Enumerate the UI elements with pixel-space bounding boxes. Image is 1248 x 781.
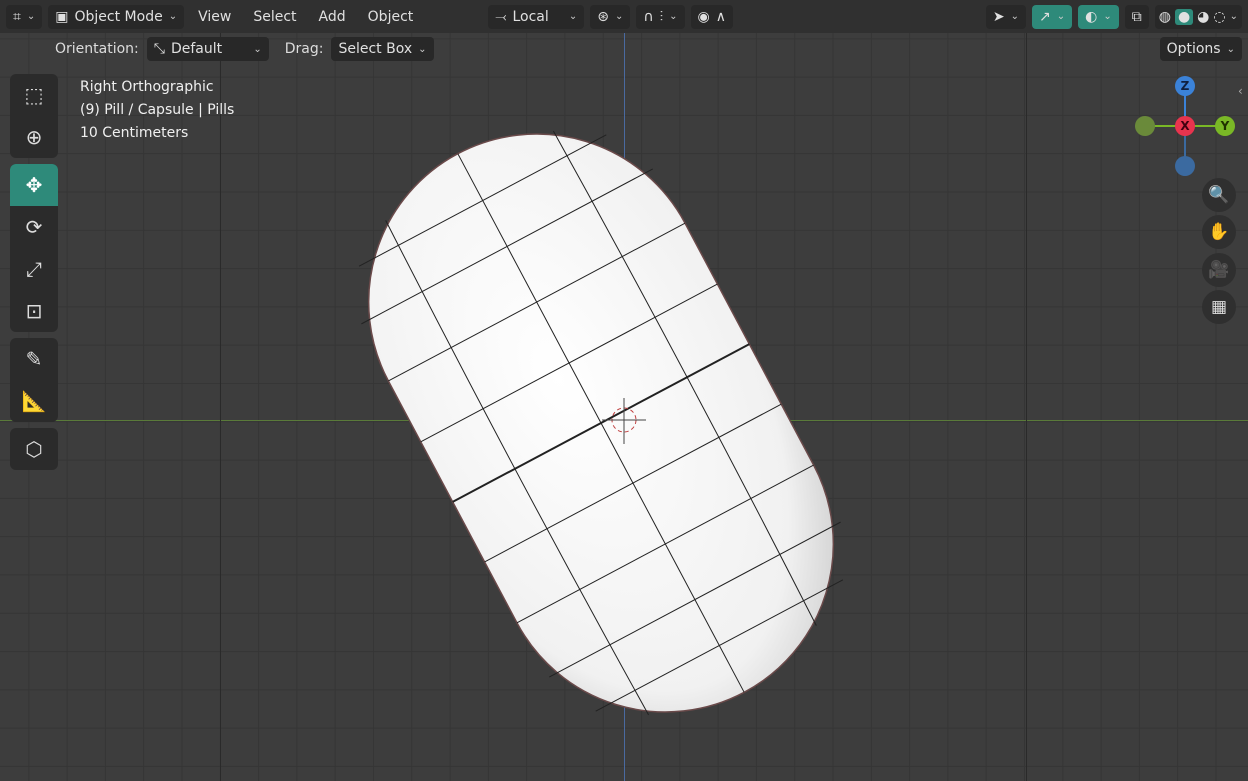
snap-toggle[interactable]: ∩ ⫶ ⌄	[636, 4, 685, 29]
gizmo-icon: ↗	[1039, 8, 1051, 25]
camera-view-button[interactable]: 🎥	[1202, 253, 1236, 287]
orientation-icon: ⤙	[495, 8, 507, 25]
select-box-tool[interactable]: ⬚	[10, 74, 58, 116]
transform-orientation-dropdown[interactable]: ⤙ Local ⌄	[488, 4, 585, 29]
active-object: (9) Pill / Capsule | Pills	[80, 102, 235, 118]
add-cube-tool[interactable]: ⬡	[10, 428, 58, 470]
move-tool[interactable]: ✥	[10, 164, 58, 206]
menu-view[interactable]: View	[190, 9, 239, 25]
pan-view-button[interactable]: ✋	[1202, 215, 1236, 249]
menu-select[interactable]: Select	[245, 9, 304, 25]
proportional-edit-toggle[interactable]: ◉ ∧	[690, 4, 733, 29]
axes-icon: ⤡	[153, 41, 165, 57]
scale-tool[interactable]: ⤢	[10, 248, 58, 290]
overlays-icon: ◐	[1085, 8, 1098, 25]
cursor-icon: ➤	[992, 8, 1005, 25]
editor-type-button[interactable]: ⌗ ⌄	[6, 4, 43, 29]
toolbar: ⬚ ⊕ ✥ ⟳ ⤢ ⊡ ✎ 📐 ⬡	[10, 74, 58, 476]
shading-modes: ◍ ● ◕ ◌ ⌄	[1154, 4, 1242, 29]
shading-options-chevron[interactable]: ⌄	[1230, 11, 1238, 22]
wireframe-shading-icon[interactable]: ◍	[1159, 9, 1171, 25]
falloff-icon: ∧	[715, 8, 726, 25]
orientation-label: Orientation:	[55, 41, 139, 57]
editor-type-icon: ⌗	[13, 8, 21, 25]
drag-label: Drag:	[284, 41, 324, 57]
measure-tool[interactable]: 📐	[10, 380, 58, 422]
solid-shading-icon[interactable]: ●	[1174, 8, 1194, 25]
drag-dropdown[interactable]: Select Box ⌄	[331, 37, 434, 61]
xray-icon: ⧉	[1131, 8, 1142, 25]
orientation-dropdown[interactable]: ⤡ Default ⌄	[146, 37, 269, 61]
menu-add[interactable]: Add	[311, 9, 354, 25]
annotate-tool[interactable]: ✎	[10, 338, 58, 380]
selectability-dropdown[interactable]: ➤ ⌄	[985, 4, 1026, 29]
y-label: Y	[1220, 119, 1230, 133]
rotate-tool[interactable]: ⟳	[10, 206, 58, 248]
view-name: Right Orthographic	[80, 79, 214, 95]
grid-scale: 10 Centimeters	[80, 125, 189, 141]
neg-z-axis-icon	[1175, 156, 1195, 176]
gizmo-toggle[interactable]: ↗ ⌄	[1032, 4, 1073, 29]
zoom-view-button[interactable]: 🔍	[1202, 178, 1236, 212]
viewport-info: Right Orthographic (9) Pill / Capsule | …	[80, 76, 234, 145]
object-mode-icon: ▣	[55, 8, 69, 25]
material-shading-icon[interactable]: ◕	[1197, 9, 1209, 25]
proportional-icon: ◉	[697, 8, 710, 25]
menu-object[interactable]: Object	[360, 9, 422, 25]
magnet-icon: ∩	[643, 8, 654, 25]
overlays-toggle[interactable]: ◐ ⌄	[1078, 4, 1119, 29]
transform-tool[interactable]: ⊡	[10, 290, 58, 332]
tool-header: Orientation: ⤡ Default ⌄ Drag: Select Box ⌄	[0, 37, 1248, 61]
options-dropdown[interactable]: Options ⌄	[1159, 37, 1242, 61]
z-label: Z	[1181, 79, 1190, 93]
pivot-point-dropdown[interactable]: ⊛ ⌄	[590, 4, 631, 29]
navigation-gizmo[interactable]: Z X Y	[1130, 74, 1240, 184]
zoom-icon: 🔍	[1208, 185, 1230, 205]
viewport-header: ⌗ ⌄ ▣ Object Mode ⌄ View Select Add Object …	[0, 0, 1248, 33]
cursor-tool[interactable]: ⊕	[10, 116, 58, 158]
hand-icon: ✋	[1208, 222, 1230, 242]
neg-y-axis-icon	[1135, 116, 1155, 136]
rendered-shading-icon[interactable]: ◌	[1213, 9, 1225, 25]
sidebar-toggle-icon[interactable]: ‹	[1238, 84, 1243, 98]
camera-icon: 🎥	[1208, 260, 1230, 280]
snap-increment-icon: ⫶	[659, 8, 664, 25]
x-label: X	[1180, 119, 1190, 133]
perspective-toggle-button[interactable]: ▦	[1202, 290, 1236, 324]
xray-toggle[interactable]: ⧉	[1124, 4, 1149, 29]
mode-selector[interactable]: ▣ Object Mode ⌄	[48, 4, 185, 29]
pivot-icon: ⊛	[597, 8, 609, 25]
grid-icon: ▦	[1210, 297, 1228, 317]
